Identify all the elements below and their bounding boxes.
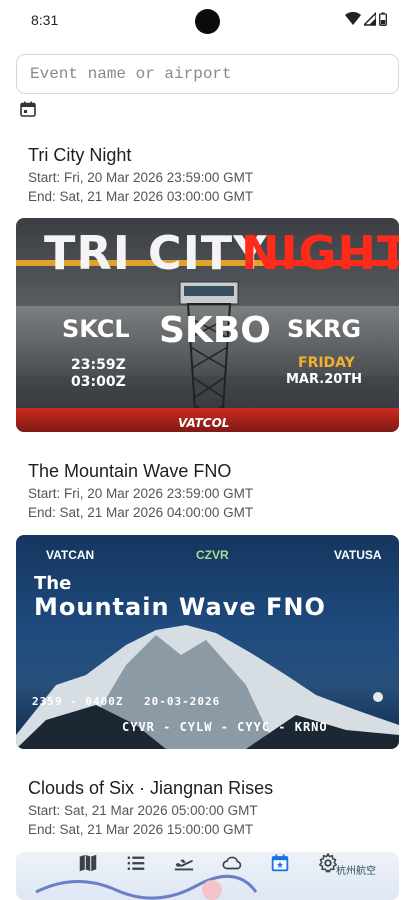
- event-title: The Mountain Wave FNO: [28, 461, 232, 481]
- nav-list[interactable]: [112, 846, 160, 880]
- banner-title-line2: Mountain Wave FNO: [34, 593, 326, 621]
- banner-day: FRIDAY: [298, 355, 355, 371]
- mountain-illustration: [16, 625, 399, 749]
- event-title: Clouds of Six · Jiangnan Rises: [28, 778, 274, 798]
- nav-map[interactable]: [64, 846, 112, 880]
- banner-date: 20-03-2026: [144, 695, 221, 708]
- flight-takeoff-icon: [174, 859, 193, 871]
- banner-times: 2359 - 0400Z: [32, 695, 124, 708]
- org-logo-vatusa: VATUSA: [334, 548, 382, 562]
- org-logo-czvr: CZVR: [196, 548, 229, 562]
- status-time: 8:31: [31, 12, 59, 28]
- wifi-icon: [345, 12, 361, 25]
- banner-start-time: 23:59Z: [71, 357, 126, 373]
- event-title: Tri City Night: [28, 145, 132, 165]
- banner-title-line1: The: [34, 573, 72, 594]
- nav-settings[interactable]: [304, 846, 352, 880]
- banner-date: MAR.20TH: [286, 372, 363, 387]
- org-logo-vatcan: VATCAN: [46, 548, 95, 562]
- nav-events[interactable]: [256, 846, 304, 880]
- event-banner[interactable]: VATCAN CZVR VATUSA The Mountain Wave FNO…: [16, 535, 399, 749]
- calendar-icon: [271, 854, 288, 872]
- status-bar: 8:31: [0, 0, 415, 42]
- signal-icon: [364, 12, 376, 26]
- system-icons: [345, 12, 387, 26]
- event-banner[interactable]: TRI CITY NIGHT SKCL SKBO SKRG 23:59Z 03:…: [16, 218, 399, 432]
- banner-title-right: NIGHT: [241, 226, 399, 280]
- calendar-filter-icon[interactable]: [19, 100, 37, 118]
- event-start: Start: Sat, 21 Mar 2026 05:00:00 GMT: [28, 803, 258, 818]
- event-end: End: Sat, 21 Mar 2026 03:00:00 GMT: [28, 189, 254, 204]
- event-start: Start: Fri, 20 Mar 2026 23:59:00 GMT: [28, 486, 254, 501]
- battery-icon: [379, 12, 387, 26]
- airport-code: SKCL: [62, 315, 130, 343]
- banner-end-time: 03:00Z: [71, 374, 126, 390]
- bottom-navigation: [0, 846, 415, 880]
- airport-code: SKRG: [287, 315, 362, 343]
- airport-code: SKBO: [159, 310, 271, 351]
- search-field[interactable]: Event name or airport: [16, 54, 399, 94]
- cloud-icon: [221, 856, 241, 870]
- list-icon: [127, 856, 144, 870]
- nav-weather[interactable]: [208, 846, 256, 880]
- event-start: Start: Fri, 20 Mar 2026 23:59:00 GMT: [28, 170, 254, 185]
- event-end: End: Sat, 21 Mar 2026 04:00:00 GMT: [28, 505, 254, 520]
- search-placeholder: Event name or airport: [30, 65, 232, 83]
- banner-airports: CYVR - CYLW - CYYC - KRNO: [122, 720, 328, 734]
- gear-icon: [318, 853, 337, 873]
- nav-flights[interactable]: [160, 846, 208, 880]
- event-end: End: Sat, 21 Mar 2026 15:00:00 GMT: [28, 822, 254, 837]
- banner-org: VATCOL: [178, 416, 230, 430]
- map-icon: [79, 854, 96, 872]
- camera-cutout: [195, 9, 220, 34]
